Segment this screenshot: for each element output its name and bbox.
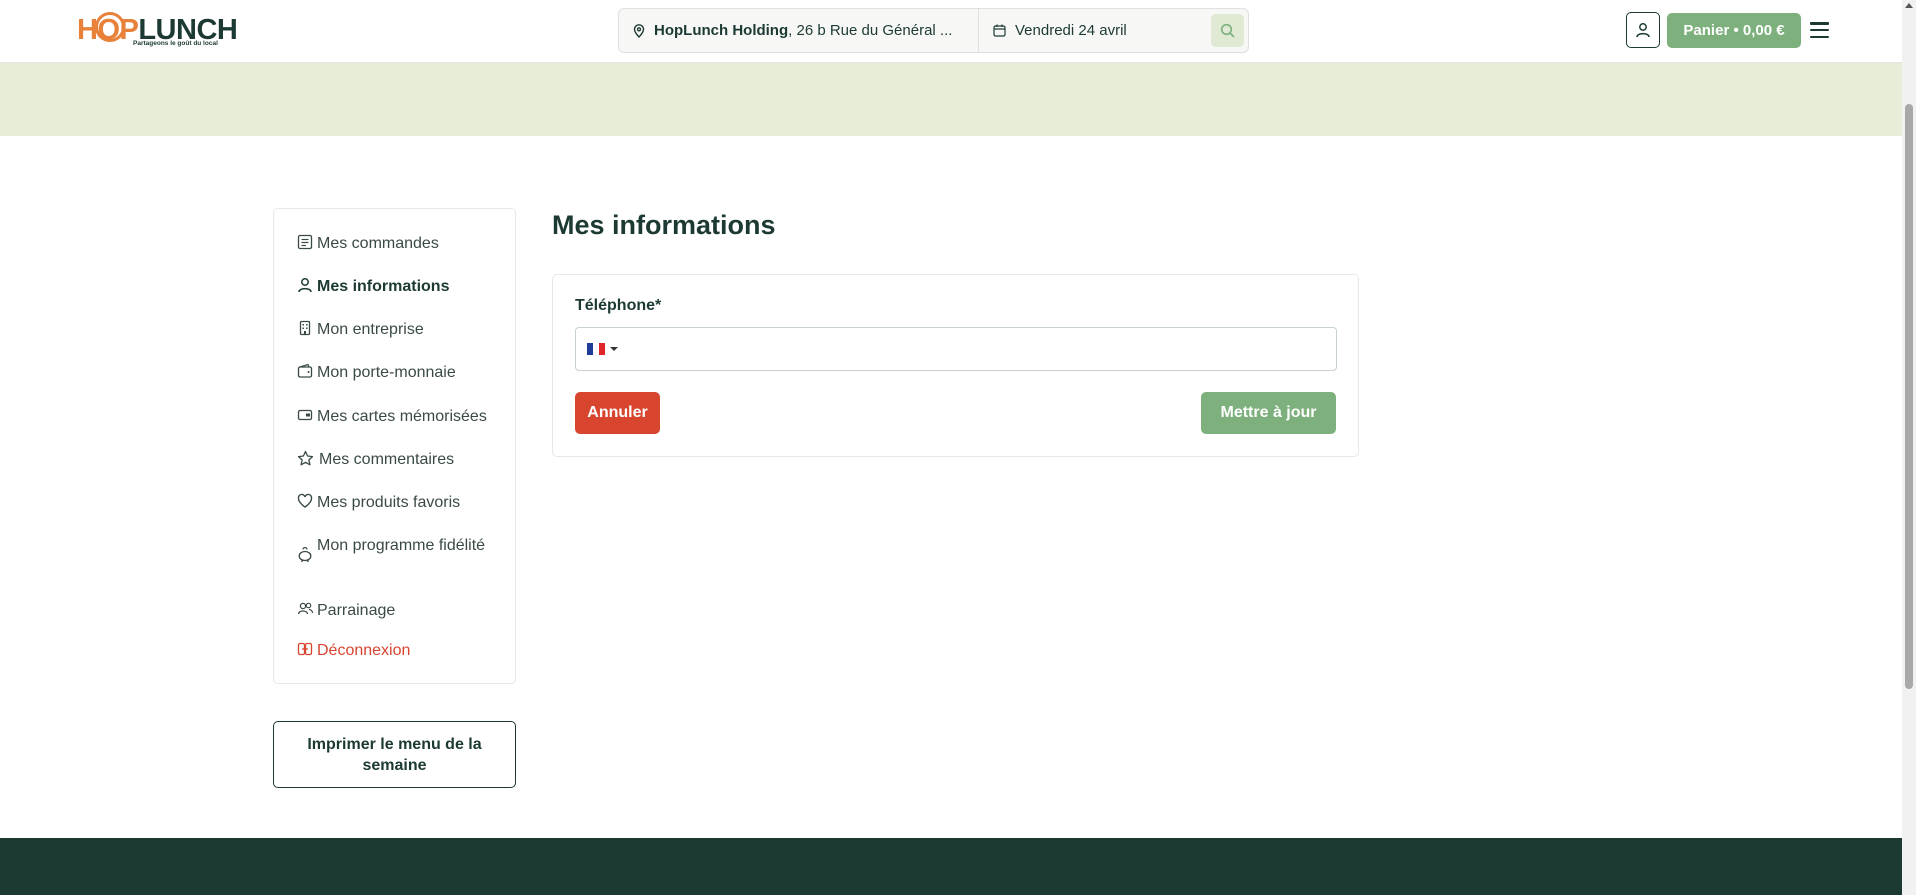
cancel-button[interactable]: Annuler	[575, 392, 660, 434]
search-button[interactable]	[1211, 14, 1244, 47]
sidebar-item-favorites[interactable]: Mes produits favoris	[296, 492, 460, 514]
sidebar-item-label: Mon entreprise	[317, 321, 424, 338]
star-icon	[296, 449, 314, 467]
sidebar-item-label: Mes cartes mémorisées	[317, 408, 487, 425]
sidebar-item-saved-cards[interactable]: Mes cartes mémorisées	[296, 406, 487, 428]
wallet-icon	[296, 362, 314, 380]
sidebar-item-label: Mes commentaires	[319, 451, 455, 468]
delivery-search-bar: HopLunch Holding, 26 b Rue du Général ..…	[618, 8, 1249, 53]
sidebar-item-label: Mes informations	[317, 278, 450, 295]
sidebar-item-label: Déconnexion	[317, 642, 411, 659]
location-pin-icon	[633, 23, 645, 38]
sidebar-item-label: Parrainage	[317, 602, 396, 619]
sidebar-item-label: Mon porte-monnaie	[317, 364, 456, 381]
top-header: HOPLUNCH Partageons le goût du local Hop…	[0, 0, 1902, 63]
user-icon	[296, 276, 314, 294]
logo-tagline: Partageons le goût du local	[133, 40, 218, 47]
account-sidebar: Mes commandes Mes informations Mon entre…	[273, 208, 516, 684]
page-footer	[0, 838, 1902, 895]
phone-input-group	[575, 327, 1337, 371]
sidebar-item-company[interactable]: Mon entreprise	[296, 319, 424, 341]
users-icon	[296, 600, 314, 618]
page-title: Mes informations	[552, 210, 776, 240]
information-form-card: Téléphone* Annuler Mettre à jour	[552, 274, 1359, 457]
search-icon	[1220, 23, 1235, 38]
calendar-icon	[993, 24, 1006, 37]
user-icon	[1636, 23, 1650, 38]
sidebar-item-referral[interactable]: Parrainage	[296, 600, 395, 622]
logo-hop-text: HOP	[77, 14, 139, 46]
building-icon	[296, 319, 314, 337]
header-banner	[0, 63, 1902, 136]
phone-label: Téléphone*	[575, 297, 662, 314]
piggy-bank-icon	[296, 546, 314, 564]
sidebar-item-label: Mon programme fidélité	[317, 537, 486, 554]
hoplunch-logo[interactable]: HOPLUNCH Partageons le goût du local	[77, 10, 238, 52]
cart-button[interactable]: Panier • 0,00 €	[1667, 13, 1801, 48]
page-scrollbar[interactable]	[1902, 0, 1916, 895]
list-icon	[296, 233, 314, 251]
sidebar-item-wallet[interactable]: Mon porte-monnaie	[296, 362, 456, 384]
sidebar-item-orders[interactable]: Mes commandes	[296, 233, 439, 255]
address-name: HopLunch Holding	[654, 22, 789, 39]
address-detail: , 26 b Rue du Général ...	[788, 22, 953, 39]
sidebar-item-comments[interactable]: Mes commentaires	[296, 449, 454, 471]
sidebar-item-logout[interactable]: Déconnexion	[296, 640, 410, 662]
france-flag-icon[interactable]	[587, 343, 605, 355]
sidebar-item-loyalty[interactable]: Mon programme fidélité	[296, 535, 496, 564]
page: HOPLUNCH Partageons le goût du local Hop…	[0, 0, 1916, 895]
card-icon	[296, 406, 314, 424]
phone-field[interactable]	[626, 328, 1336, 370]
sidebar-item-label: Mes produits favoris	[317, 494, 461, 511]
heart-icon	[296, 492, 314, 510]
date-selector[interactable]: Vendredi 24 avril	[979, 9, 1248, 52]
menu-hamburger-icon[interactable]	[1810, 22, 1829, 38]
delivery-date: Vendredi 24 avril	[1015, 22, 1127, 39]
sidebar-item-label: Mes commandes	[317, 235, 439, 252]
address-selector[interactable]: HopLunch Holding, 26 b Rue du Général ..…	[619, 9, 979, 52]
chevron-down-icon[interactable]	[610, 347, 618, 351]
logout-icon	[296, 640, 314, 658]
scrollbar-thumb[interactable]	[1905, 104, 1913, 689]
scroll-up-arrow-icon[interactable]	[1905, 3, 1913, 8]
account-button[interactable]	[1626, 12, 1660, 48]
print-weekly-menu-button[interactable]: Imprimer le menu de la semaine	[273, 721, 516, 788]
sidebar-item-information[interactable]: Mes informations	[296, 276, 449, 298]
update-button[interactable]: Mettre à jour	[1201, 392, 1336, 434]
